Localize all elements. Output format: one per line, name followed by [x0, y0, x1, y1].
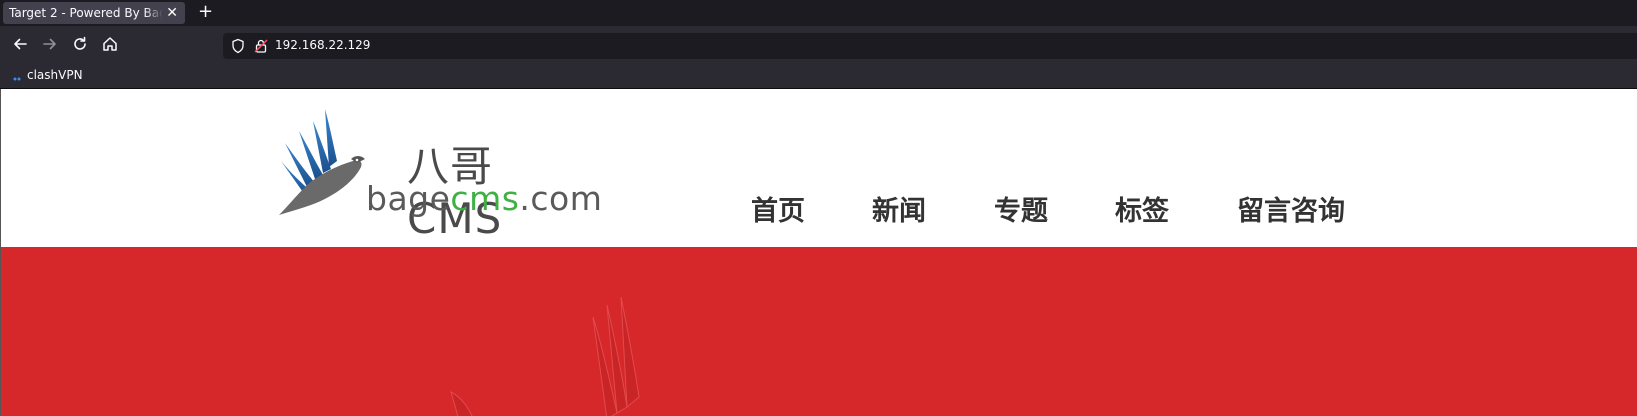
bookmark-favicon-icon: [12, 71, 22, 90]
tab-strip: Target 2 - Powered By BageCMS ✕ +: [0, 0, 1637, 26]
nav-item-topics[interactable]: 专题: [994, 189, 1048, 228]
insecure-lock-icon[interactable]: [253, 38, 269, 58]
bookmarks-toolbar: clashVPN: [0, 62, 1637, 89]
banner-bird-watermark-icon: [450, 297, 640, 416]
logo-domain-suffix: .com: [519, 179, 603, 218]
tab-title: Target 2 - Powered By BageCMS: [9, 6, 163, 20]
nav-item-tags[interactable]: 标签: [1115, 189, 1169, 228]
active-tab[interactable]: Target 2 - Powered By BageCMS ✕: [3, 2, 185, 24]
home-icon[interactable]: [101, 35, 119, 53]
web-page: 八哥CMS bagecms.com 首页 新闻 专题 标签 留言咨询: [0, 89, 1637, 416]
logo-domain-prefix: bage: [366, 179, 451, 218]
tab-close-icon[interactable]: ✕: [166, 3, 178, 23]
tracking-shield-icon[interactable]: [230, 38, 246, 58]
bird-logo-icon: [279, 109, 365, 215]
site-header: 八哥CMS bagecms.com 首页 新闻 专题 标签 留言咨询: [1, 89, 1637, 247]
nav-item-news[interactable]: 新闻: [872, 189, 926, 228]
logo-domain-highlight: cms: [450, 179, 520, 218]
forward-icon[interactable]: [41, 35, 59, 53]
back-icon[interactable]: [11, 35, 29, 53]
site-logo[interactable]: 八哥CMS bagecms.com: [277, 103, 602, 243]
address-bar[interactable]: 192.168.22.129: [223, 33, 1637, 59]
logo-domain-text: bagecms.com: [366, 179, 602, 218]
reload-icon[interactable]: [71, 35, 89, 53]
bookmark-label: clashVPN: [27, 68, 83, 82]
nav-item-guestbook[interactable]: 留言咨询: [1237, 189, 1345, 228]
hero-banner: [1, 247, 1637, 416]
url-text[interactable]: 192.168.22.129: [275, 38, 370, 52]
nav-item-home[interactable]: 首页: [751, 189, 805, 228]
new-tab-button[interactable]: +: [198, 0, 213, 24]
